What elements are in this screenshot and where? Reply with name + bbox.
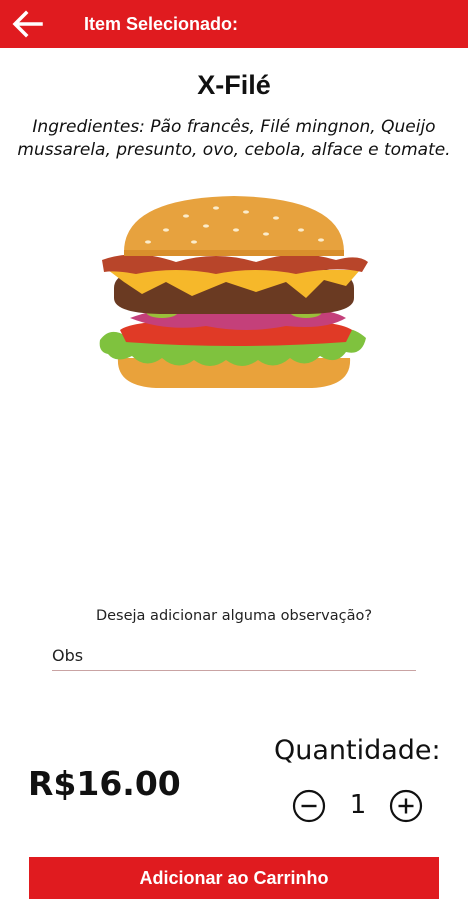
- observation-field[interactable]: [52, 640, 416, 671]
- minus-circle-icon[interactable]: [292, 789, 326, 823]
- back-button[interactable]: [0, 0, 54, 48]
- ingredients-text: Ingredientes: Pão francês, Filé mingnon,…: [17, 117, 451, 160]
- item-name: X-Filé: [197, 70, 271, 100]
- observation-question: Deseja adicionar alguma observação?: [95, 608, 373, 624]
- burger-image: [99, 196, 368, 388]
- quantity-label: Quantidade:: [274, 735, 441, 766]
- plus-circle-icon[interactable]: [389, 789, 423, 823]
- app-bar: Item Selecionado:: [0, 0, 468, 48]
- quantity-value: 1: [349, 790, 367, 820]
- add-to-cart-button[interactable]: Adicionar ao Carrinho: [29, 857, 439, 899]
- page-title: Item Selecionado:: [84, 13, 239, 34]
- price-label: R$16.00: [28, 764, 181, 803]
- arrow-left-icon: [12, 10, 43, 38]
